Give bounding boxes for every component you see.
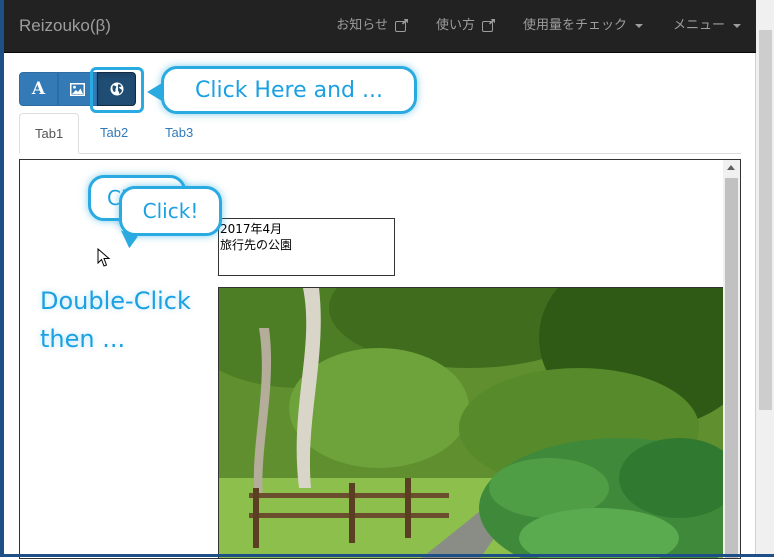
tab-2[interactable]: Tab2 [85, 113, 143, 153]
text-icon: A [31, 79, 46, 99]
double-click-instruction: Double-Click then ... [40, 282, 191, 358]
text-button[interactable]: A [19, 72, 58, 106]
nav-item-howto[interactable]: 使い方 [421, 0, 508, 52]
tab-1[interactable]: Tab1 [19, 113, 80, 154]
double-click-line-2: then ... [40, 325, 126, 353]
nav-item-news[interactable]: お知らせ [321, 0, 421, 52]
caret-down-icon [634, 24, 643, 28]
scroll-up-icon[interactable] [727, 165, 735, 170]
nav-item-usage[interactable]: 使用量をチェック [508, 0, 658, 52]
nav-item-menu[interactable]: メニュー [658, 0, 756, 52]
external-link-icon [481, 20, 493, 32]
image-icon [70, 82, 85, 96]
panel-scrollbar[interactable] [723, 160, 740, 558]
callout-click: Click! [119, 186, 222, 236]
park-photo[interactable] [218, 287, 724, 558]
window-scrollbar[interactable] [755, 0, 774, 557]
web-button-highlight [90, 67, 144, 113]
mouse-pointer-icon [97, 248, 111, 267]
double-click-line-1: Double-Click [40, 287, 191, 315]
callout-click-here: Click Here and ... [147, 66, 417, 114]
tab-3[interactable]: Tab3 [150, 113, 208, 153]
nav-item-label: お知らせ [336, 18, 388, 33]
nav-item-label: 使用量をチェック [522, 18, 627, 33]
external-link-icon [394, 20, 406, 32]
tab-bar: Tab1 Tab2 Tab3 [19, 113, 741, 154]
caret-down-icon [733, 24, 741, 28]
park-photo-image [219, 288, 723, 558]
window-scroll-thumb[interactable] [759, 30, 772, 410]
nav-item-label: メニュー [672, 18, 725, 33]
window-border-left [0, 0, 4, 557]
panel-scroll-thumb[interactable] [725, 178, 738, 558]
note-textarea[interactable]: 2017年4月 旅行先の公園 [218, 218, 395, 276]
nav-item-label: 使い方 [435, 18, 475, 33]
navbar: Reizouko(β) お知らせ 使い方 使用量をチェック メニュー [4, 0, 756, 53]
brand-logo[interactable]: Reizouko(β) [19, 16, 111, 36]
nav-items: お知らせ 使い方 使用量をチェック メニュー [321, 0, 756, 52]
